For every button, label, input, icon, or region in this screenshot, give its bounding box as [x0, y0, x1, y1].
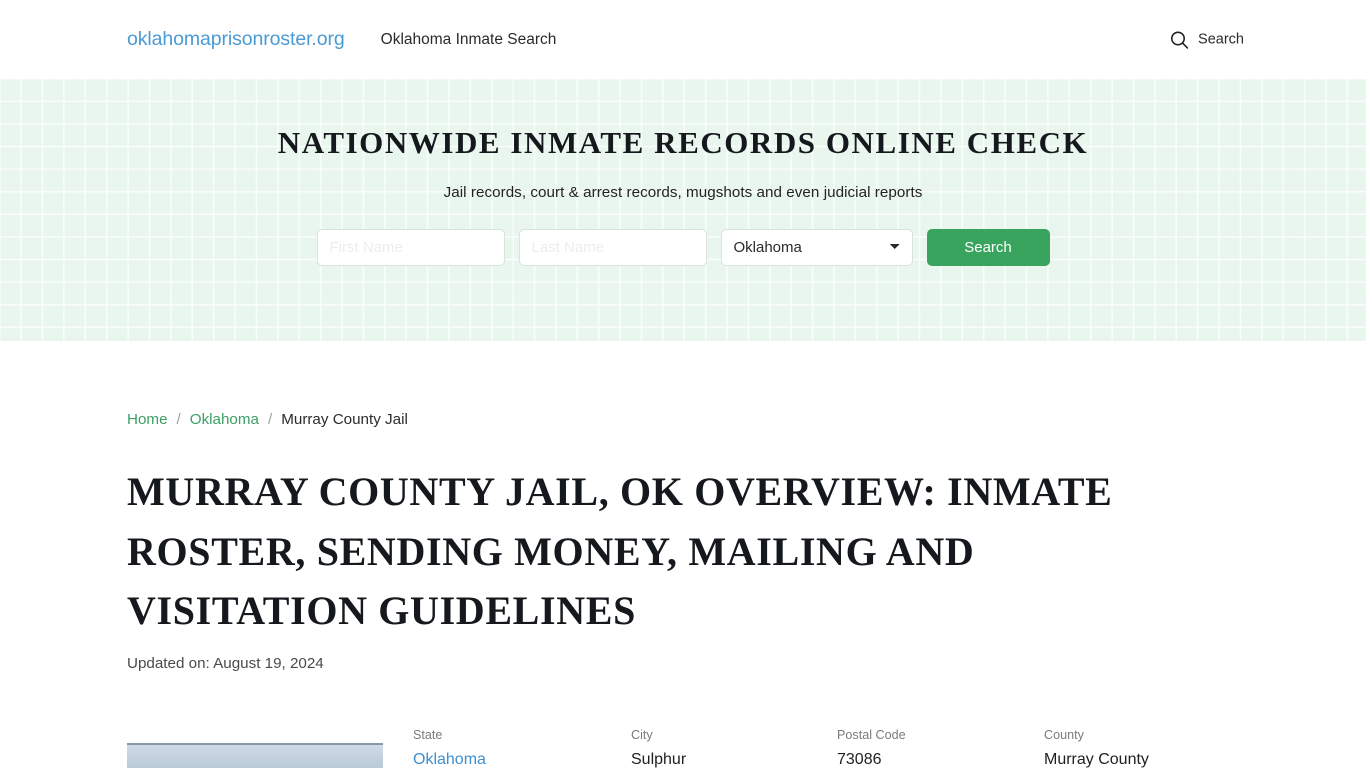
breadcrumb-item-oklahoma[interactable]: Oklahoma [190, 411, 259, 428]
fact-county: County Murray County [1044, 726, 1264, 768]
fact-label-state: State [413, 727, 443, 742]
hero-search-panel: NATIONWIDE INMATE RECORDS ONLINE CHECK J… [0, 79, 1366, 341]
fact-city: City Sulphur [631, 726, 837, 768]
last-name-input[interactable] [518, 229, 707, 267]
header-search-label: Search [1198, 31, 1244, 48]
fact-value-county: Murray County [1044, 750, 1149, 768]
page-title: Murray County Jail, OK Overview: Inmate … [127, 469, 1113, 634]
fact-label-city: City [631, 727, 653, 742]
site-header: oklahomaprisonroster.org Oklahoma Inmate… [0, 0, 1366, 79]
fact-value-state: Oklahoma [413, 743, 631, 768]
fact-label-county: County [1044, 727, 1084, 742]
breadcrumb-item-home[interactable]: Home [127, 411, 168, 428]
main-content: Home / Oklahoma / Murray County Jail Mur… [0, 341, 1366, 768]
nav-item-oklahoma-inmate-search[interactable]: Oklahoma Inmate Search [381, 31, 557, 49]
hero-subtitle: Jail records, court & arrest records, mu… [443, 184, 923, 202]
search-submit-button[interactable]: Search [926, 229, 1050, 267]
fact-state: State Oklahoma [413, 726, 631, 768]
facility-facts-strip: State Oklahoma City Sulphur Postal Code … [127, 672, 1239, 768]
last-updated-text: Updated on: August 19, 2024 [127, 654, 324, 672]
site-logo-link[interactable]: oklahomaprisonroster.org [127, 28, 345, 51]
fact-value-postal-code: 73086 [837, 750, 882, 768]
first-name-input[interactable] [316, 229, 505, 267]
primary-nav: Oklahoma Inmate Search [381, 31, 557, 49]
fact-link-state[interactable]: Oklahoma [413, 751, 486, 768]
breadcrumb-separator: / [176, 411, 181, 428]
breadcrumb: Home / Oklahoma / Murray County Jail [127, 341, 1239, 428]
inmate-search-form: Oklahoma Search [0, 229, 1366, 267]
fact-label-postal-code: Postal Code [837, 727, 906, 742]
search-icon [1171, 31, 1189, 49]
fact-value-city: Sulphur [631, 750, 687, 768]
fact-postal-code: Postal Code 73086 [837, 726, 1044, 768]
breadcrumb-item-current: Murray County Jail [281, 411, 408, 428]
hero-title: NATIONWIDE INMATE RECORDS ONLINE CHECK [277, 125, 1089, 160]
header-search-button[interactable]: Search [1170, 30, 1244, 49]
breadcrumb-separator: / [267, 411, 273, 428]
facility-photo [127, 742, 383, 768]
state-select[interactable]: Oklahoma [720, 229, 913, 267]
